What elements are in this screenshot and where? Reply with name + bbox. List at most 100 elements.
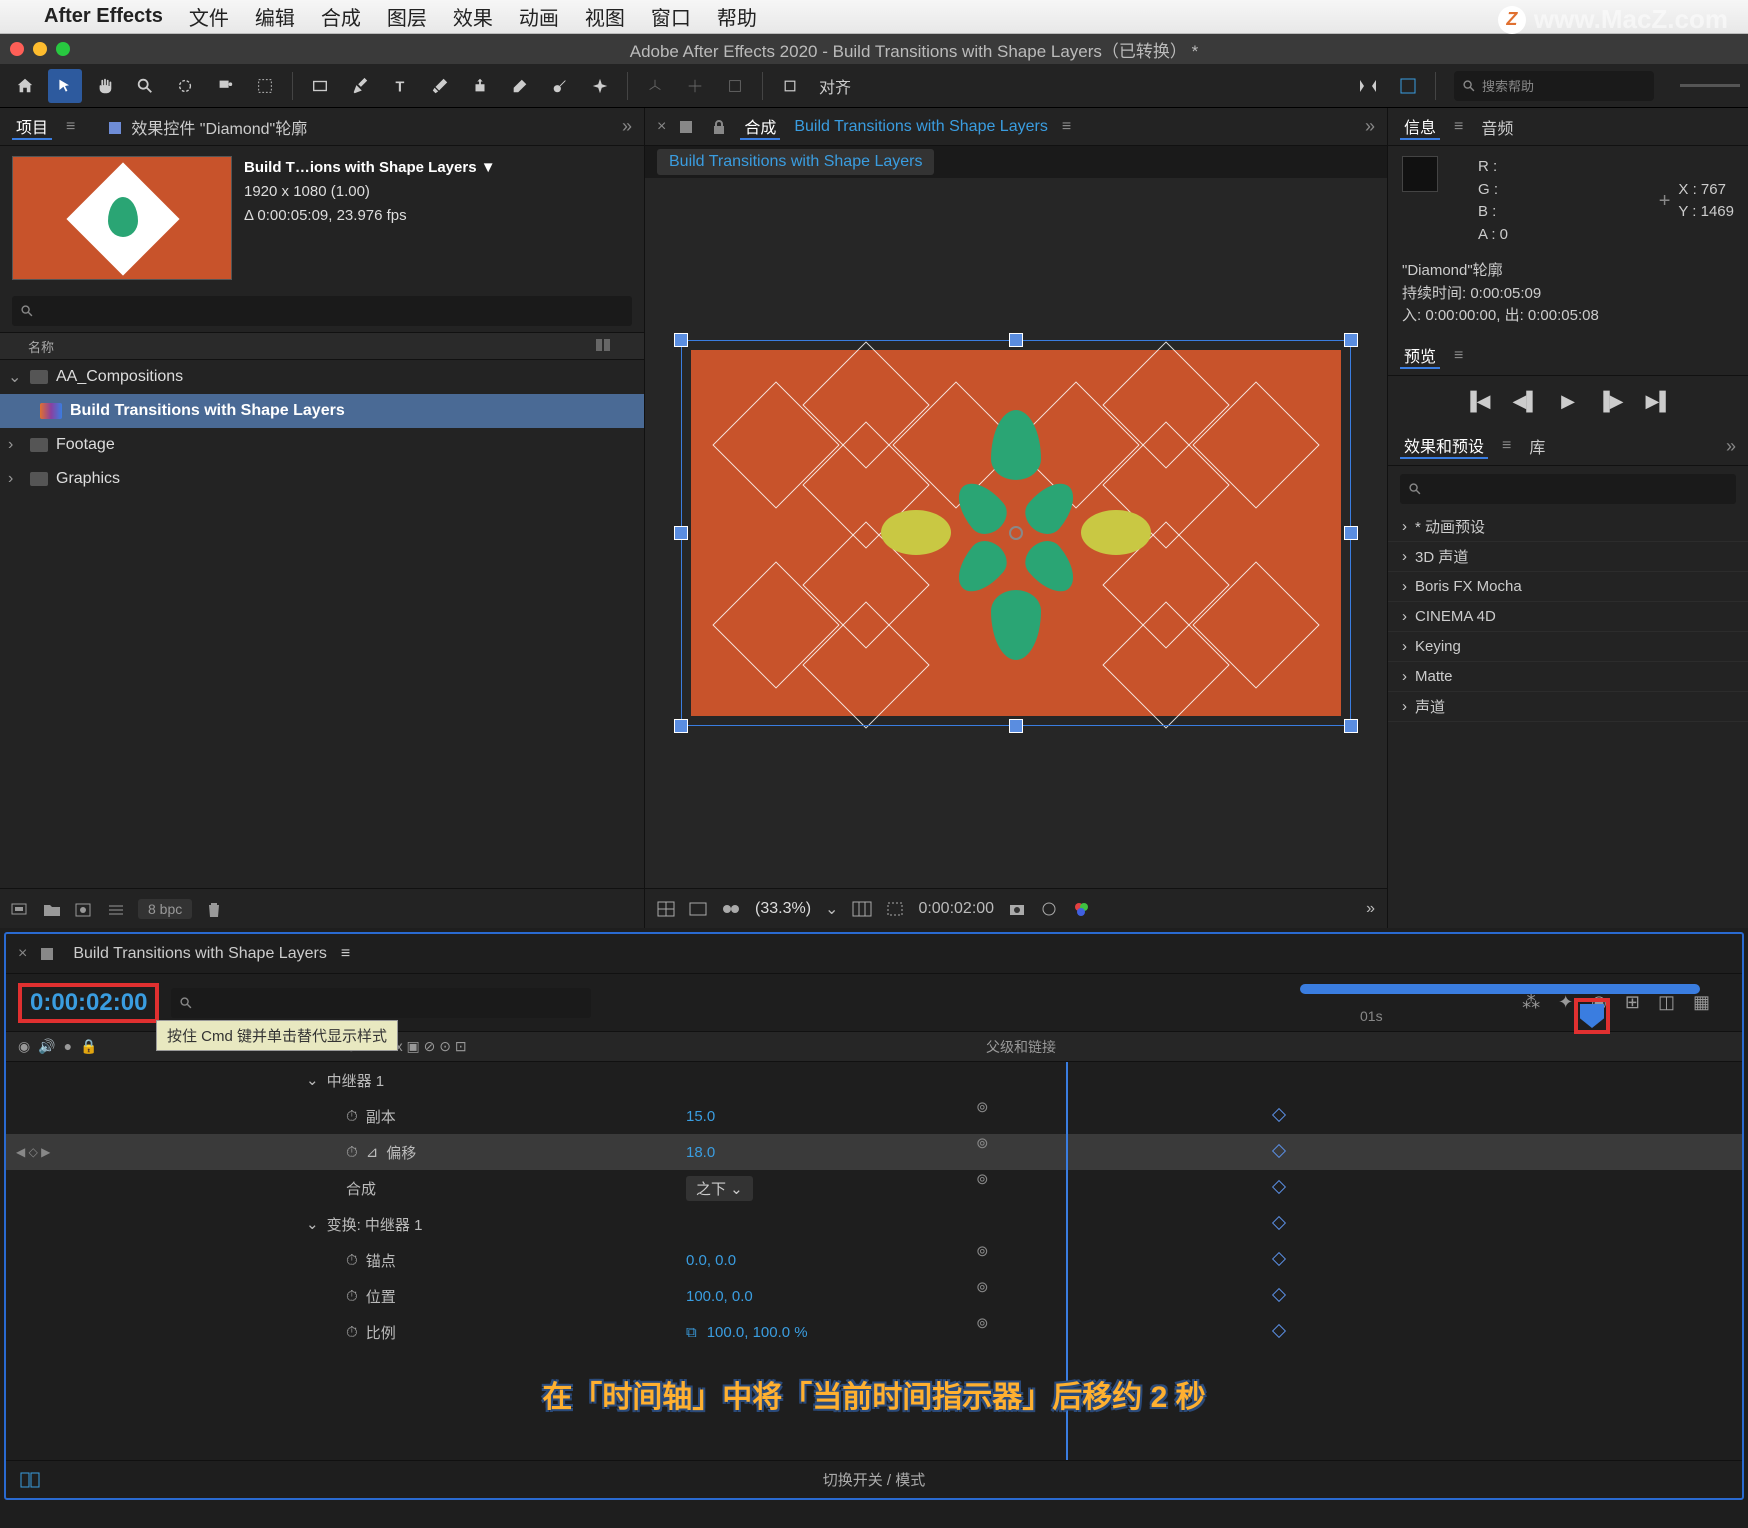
menu-edit[interactable]: 编辑 (255, 2, 295, 31)
property-row[interactable]: 合成 之下 ⌄ ⊚ (6, 1170, 1742, 1206)
current-timecode[interactable]: 0:00:02:00 (30, 989, 147, 1016)
snapping-options-icon[interactable] (1391, 69, 1425, 103)
timeline-search[interactable] (171, 988, 591, 1018)
keyframe-marker[interactable] (1272, 1108, 1286, 1122)
menu-file[interactable]: 文件 (189, 2, 229, 31)
selection-tool[interactable] (48, 69, 82, 103)
keyframe-marker[interactable] (1272, 1252, 1286, 1266)
3d-view-tool[interactable] (718, 69, 752, 103)
tab-info[interactable]: 信息 (1400, 114, 1440, 140)
property-row[interactable]: ◀ ◇ ▶ ⏱⊿偏移 18.0 ⊚ (6, 1134, 1742, 1170)
pickwhip-icon[interactable]: ⊚ (976, 1135, 989, 1152)
solo-icon[interactable]: ● (64, 1038, 72, 1055)
roto-brush-tool[interactable] (543, 69, 577, 103)
clone-stamp-tool[interactable] (463, 69, 497, 103)
chain-icon[interactable]: ⧉ (686, 1324, 697, 1341)
comp-row[interactable]: Build Transitions with Shape Layers (0, 394, 644, 428)
color-mgmt-icon[interactable] (1072, 901, 1090, 917)
pen-tool[interactable] (343, 69, 377, 103)
effect-category[interactable]: ›CINEMA 4D (1388, 602, 1748, 632)
show-channel-icon[interactable] (1040, 901, 1058, 917)
hand-tool[interactable] (88, 69, 122, 103)
resize-handle[interactable] (1009, 719, 1023, 733)
keyframe-marker[interactable] (1272, 1324, 1286, 1338)
mask-icon[interactable] (721, 901, 741, 917)
region-icon[interactable] (886, 901, 904, 917)
effect-category[interactable]: ›Boris FX Mocha (1388, 572, 1748, 602)
rotation-tool[interactable] (208, 69, 242, 103)
tab-project[interactable]: 项目 (12, 114, 52, 140)
comp-name-link[interactable]: Build Transitions with Shape Layers (794, 118, 1047, 136)
stopwatch-icon[interactable]: ⏱ (346, 1288, 358, 1305)
audio-toggle-icon[interactable]: 🔊 (38, 1038, 55, 1055)
graph-icon[interactable]: ⊿ (366, 1143, 379, 1161)
new-folder-icon[interactable] (42, 900, 60, 918)
effect-category[interactable]: ›* 动画预设 (1388, 512, 1748, 542)
resize-handle[interactable] (1344, 719, 1358, 733)
puppet-pin-tool[interactable] (583, 69, 617, 103)
comp-canvas[interactable] (691, 350, 1341, 716)
property-group-row[interactable]: ⌄变换: 中继器 1 (6, 1206, 1742, 1242)
resolution-icon[interactable] (852, 901, 872, 917)
panel-drag-icon[interactable] (1680, 84, 1740, 87)
resize-handle[interactable] (1344, 526, 1358, 540)
keyframe-marker[interactable] (1272, 1288, 1286, 1302)
lock-icon[interactable] (712, 119, 726, 135)
effect-category[interactable]: ›声道 (1388, 692, 1748, 722)
zoom-tool[interactable] (128, 69, 162, 103)
keyframe-nav[interactable]: ◀ ◇ ▶ (16, 1145, 50, 1159)
menu-window[interactable]: 窗口 (651, 2, 691, 31)
composite-dropdown[interactable]: 之下 ⌄ (686, 1176, 753, 1201)
minimize-button[interactable] (33, 42, 47, 56)
grid-icon[interactable] (657, 901, 675, 917)
breadcrumb[interactable]: Build Transitions with Shape Layers (657, 149, 934, 175)
resize-handle[interactable] (674, 719, 688, 733)
folder-row[interactable]: › Footage (0, 428, 644, 462)
property-group-row[interactable]: ⌄中继器 1 (6, 1062, 1742, 1098)
lock-icon[interactable]: 🔒 (80, 1038, 97, 1055)
pickwhip-icon[interactable]: ⊚ (976, 1279, 989, 1296)
panel-collapse-icon[interactable]: » (1365, 116, 1375, 137)
stopwatch-icon[interactable]: ⏱ (346, 1324, 358, 1341)
orbit-tool[interactable] (168, 69, 202, 103)
resize-handle[interactable] (1344, 333, 1358, 347)
toggle-transparency-icon[interactable] (689, 901, 707, 917)
keyframe-marker[interactable] (1272, 1144, 1286, 1158)
interpret-footage-icon[interactable] (10, 900, 28, 918)
rectangle-tool[interactable] (303, 69, 337, 103)
tab-preview[interactable]: 预览 (1400, 343, 1440, 369)
new-comp-icon[interactable] (74, 900, 92, 918)
bit-depth[interactable]: 8 bpc (138, 899, 192, 919)
snapshot-icon[interactable] (1008, 901, 1026, 917)
effect-category[interactable]: ›Keying (1388, 632, 1748, 662)
current-time-indicator[interactable] (1580, 1004, 1604, 1028)
tab-effects-presets[interactable]: 效果和预设 (1400, 433, 1488, 459)
zoom-level[interactable]: (33.3%) (755, 900, 811, 918)
pickwhip-icon[interactable]: ⊚ (976, 1243, 989, 1260)
stopwatch-icon[interactable]: ⏱ (346, 1252, 358, 1269)
video-toggle-icon[interactable]: ◉ (18, 1038, 30, 1055)
menu-help[interactable]: 帮助 (717, 2, 757, 31)
menu-effect[interactable]: 效果 (453, 2, 493, 31)
tab-composition[interactable]: 合成 (740, 114, 780, 140)
project-columns[interactable]: 名称 (0, 332, 644, 360)
menu-animation[interactable]: 动画 (519, 2, 559, 31)
resize-handle[interactable] (674, 333, 688, 347)
maximize-button[interactable] (56, 42, 70, 56)
property-value[interactable]: 100.0, 0.0 (686, 1288, 753, 1305)
folder-row[interactable]: › Graphics (0, 462, 644, 496)
play-icon[interactable]: ▶ (1561, 391, 1575, 412)
stopwatch-icon[interactable]: ⏱ (346, 1108, 358, 1125)
property-row[interactable]: ⏱锚点 0.0, 0.0 ⊚ (6, 1242, 1742, 1278)
comp-time[interactable]: 0:00:02:00 (918, 900, 994, 918)
home-tool[interactable] (8, 69, 42, 103)
pickwhip-icon[interactable]: ⊚ (976, 1315, 989, 1332)
project-search[interactable] (12, 296, 632, 326)
property-value[interactable]: 0.0, 0.0 (686, 1252, 736, 1269)
pickwhip-icon[interactable]: ⊚ (976, 1171, 989, 1188)
toggle-switches-icon[interactable] (20, 1472, 40, 1488)
close-button[interactable] (10, 42, 24, 56)
eraser-tool[interactable] (503, 69, 537, 103)
menu-composition[interactable]: 合成 (321, 2, 361, 31)
timeline-tab[interactable]: Build Transitions with Shape Layers (73, 945, 326, 963)
